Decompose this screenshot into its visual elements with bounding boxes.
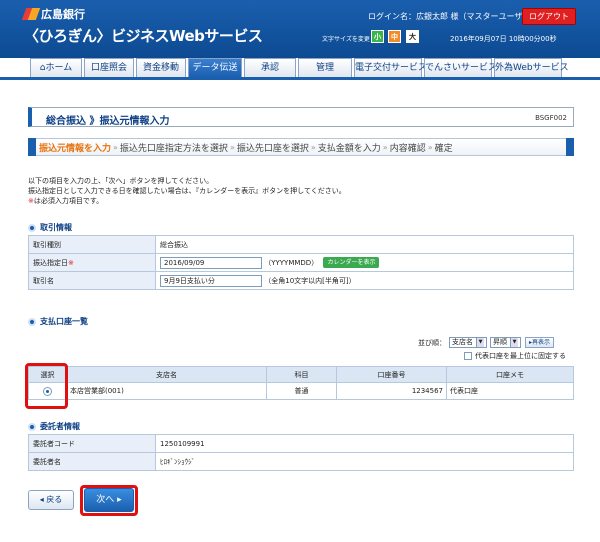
step-5: 内容確認 bbox=[389, 143, 426, 154]
highlight-select-column bbox=[25, 363, 68, 409]
account-memo: 代表口座 bbox=[446, 382, 574, 400]
service-name: 〈ひろぎん〉ビジネスWebサービス bbox=[24, 27, 263, 45]
step-arrow-icon: » bbox=[427, 142, 433, 152]
column-account-number: 口座番号 bbox=[336, 366, 447, 383]
table-row[interactable]: 本店営業部(001) 普通 1234567 代表口座 bbox=[28, 382, 574, 400]
page-title: 総合振込 》振込元情報入力 bbox=[46, 116, 170, 127]
fontsize-large-button[interactable]: 大 bbox=[406, 30, 419, 43]
pin-main-account[interactable]: 代表口座を最上位に固定する bbox=[464, 351, 566, 361]
pin-main-account-checkbox[interactable] bbox=[464, 352, 472, 360]
highlight-next-button bbox=[80, 485, 138, 516]
sort-label: 並び順： bbox=[418, 338, 446, 347]
fontsize-medium-button[interactable]: 中 bbox=[388, 30, 401, 43]
section-bullet-icon bbox=[28, 422, 36, 431]
sort-key-select[interactable]: 支店名 ▼ bbox=[449, 337, 487, 348]
header: 広島銀行 〈ひろぎん〉ビジネスWebサービス ログイン名：広銀太郎 様（マスター… bbox=[0, 0, 600, 58]
client-name-label: 委託者名 bbox=[28, 452, 156, 471]
transaction-name-label: 取引名 bbox=[28, 271, 156, 290]
login-user: ログイン名：広銀太郎 様（マスターユーザ） bbox=[368, 12, 531, 21]
step-arrow-icon: » bbox=[113, 142, 118, 152]
step-indicator: 振込元情報を入力 » 振込先口座指定方法を選択 » 振込先口座を選択 » 支払金… bbox=[28, 138, 574, 156]
step-3: 振込先口座を選択 bbox=[236, 143, 309, 154]
step-1: 振込元情報を入力 bbox=[39, 143, 112, 154]
transfer-date-label: 振込指定日※ bbox=[28, 253, 156, 272]
chevron-down-icon: ▼ bbox=[510, 338, 518, 347]
step-arrow-icon: » bbox=[382, 142, 388, 152]
logout-button[interactable]: ログアウト bbox=[522, 8, 576, 25]
instructions: 以下の項目を入力の上、「次へ」ボタンを押してください。 振込指定日として入力でき… bbox=[28, 177, 346, 205]
step-4: 支払金額を入力 bbox=[317, 143, 381, 154]
nav-data-transmission[interactable]: データ伝送 bbox=[188, 58, 242, 78]
transaction-type-label: 取引種別 bbox=[28, 235, 156, 254]
nav-densai[interactable]: でんさいサービス bbox=[424, 58, 497, 78]
bank-logo-icon bbox=[24, 8, 38, 20]
column-type: 科目 bbox=[266, 366, 337, 383]
bank-name: 広島銀行 bbox=[41, 8, 85, 21]
sort-controls: 並び順： 支店名 ▼ 昇順 ▼ ▸再表示 bbox=[418, 337, 555, 348]
back-button[interactable]: ◂ 戻る bbox=[28, 490, 74, 510]
step-2: 振込先口座指定方法を選択 bbox=[119, 143, 228, 154]
section-client-info: 委託者情報 bbox=[28, 421, 80, 432]
section-transaction-info: 取引情報 bbox=[28, 222, 72, 233]
step-arrow-icon: » bbox=[310, 142, 316, 152]
main-nav: ⌂ホーム 口座照会 資金移動 データ伝送 承認 管理 電子交付サービス でんさい… bbox=[30, 58, 590, 78]
client-name-value: ﾋﾛｷﾞﾝｼｮｳｼﾞ bbox=[155, 452, 574, 471]
redisplay-button[interactable]: ▸再表示 bbox=[525, 337, 555, 348]
transfer-date-input[interactable]: 2016/09/09 bbox=[160, 256, 262, 269]
client-code-label: 委託者コード bbox=[28, 434, 156, 453]
fontsize-label: 文字サイズを変更 bbox=[322, 36, 370, 43]
step-arrow-icon: » bbox=[229, 142, 235, 152]
nav-forex[interactable]: 外為Webサービス bbox=[494, 58, 569, 78]
column-memo: 口座メモ bbox=[446, 366, 574, 383]
sort-order-select[interactable]: 昇順 ▼ bbox=[490, 337, 521, 348]
transaction-form: 取引種別 総合振込 振込指定日※ 2016/09/09 （YYYYMMDD） カ… bbox=[28, 235, 574, 290]
step-6: 確定 bbox=[434, 143, 453, 154]
chevron-down-icon: ▼ bbox=[476, 338, 484, 347]
account-number: 1234567 bbox=[336, 382, 447, 400]
page-title-bar: 総合振込 》振込元情報入力 BSGF002 bbox=[28, 107, 574, 127]
section-bullet-icon bbox=[28, 223, 36, 232]
account-branch: 本店営業部(001) bbox=[66, 382, 267, 400]
nav-approval[interactable]: 承認 bbox=[244, 58, 296, 78]
column-branch: 支店名 bbox=[66, 366, 267, 383]
payment-accounts-table: 選択 支店名 科目 口座番号 口座メモ 本店営業部(001) 普通 123456… bbox=[28, 366, 574, 400]
nav-account-inquiry[interactable]: 口座照会 bbox=[84, 58, 134, 78]
bank-logo[interactable]: 広島銀行 〈ひろぎん〉ビジネスWebサービス bbox=[24, 6, 263, 46]
section-bullet-icon bbox=[28, 317, 36, 326]
client-code-value: 1250109991 bbox=[155, 434, 574, 453]
nav-home[interactable]: ⌂ホーム bbox=[30, 58, 82, 78]
nav-management[interactable]: 管理 bbox=[298, 58, 352, 78]
nav-fund-transfer[interactable]: 資金移動 bbox=[136, 58, 186, 78]
screen-code: BSGF002 bbox=[535, 114, 567, 122]
fontsize-small-button[interactable]: 小 bbox=[371, 30, 384, 43]
account-type: 普通 bbox=[266, 382, 337, 400]
section-payment-accounts: 支払口座一覧 bbox=[28, 316, 88, 327]
client-info-table: 委託者コード 1250109991 委託者名 ﾋﾛｷﾞﾝｼｮｳｼﾞ bbox=[28, 434, 574, 471]
transaction-name-input[interactable]: 9月9日支払い分 bbox=[160, 274, 262, 287]
transaction-name-hint: （全角10文字以内[半角可]） bbox=[264, 276, 356, 285]
date-format-hint: （YYYYMMDD） bbox=[264, 258, 319, 267]
show-calendar-button[interactable]: カレンダーを表示 bbox=[323, 257, 380, 268]
nav-electronic-delivery[interactable]: 電子交付サービス bbox=[354, 58, 427, 78]
nav-divider bbox=[0, 77, 600, 80]
transaction-type-value: 総合振込 bbox=[155, 235, 574, 254]
current-datetime: 2016年09月07日 10時00分00秒 bbox=[450, 35, 557, 43]
